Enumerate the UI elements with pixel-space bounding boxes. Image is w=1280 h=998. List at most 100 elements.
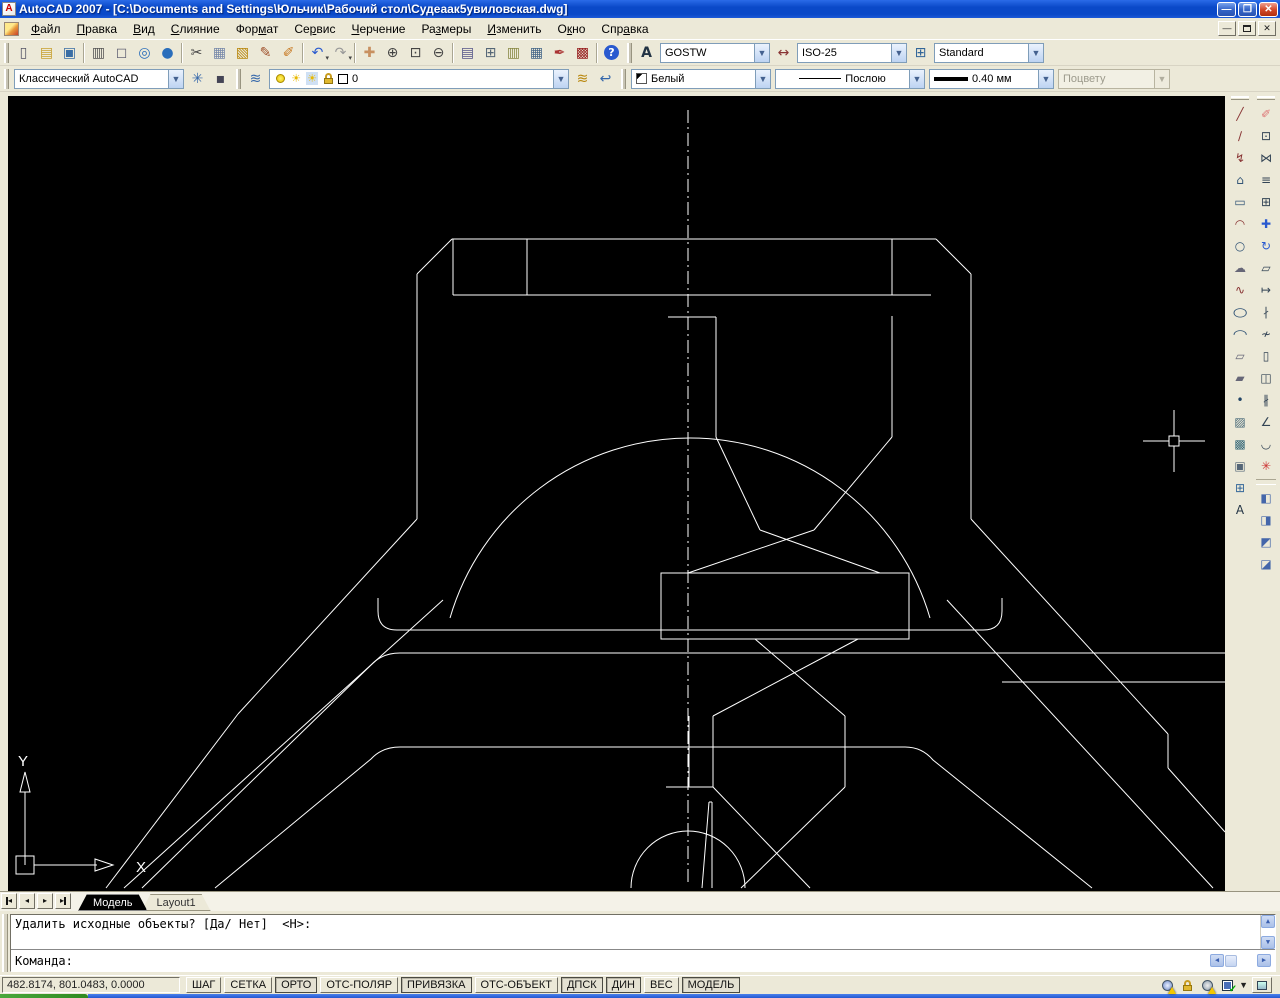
styles-toolbar-grip[interactable] [627,42,632,63]
zoom-window-button[interactable]: ⊡ [404,42,427,64]
communication-center-icon[interactable] [1159,977,1177,994]
tab-next-button[interactable]: ▸ [37,893,53,909]
coordinate-readout[interactable]: 482.8174, 801.0483, 0.0000 [2,977,180,993]
tab-last-button[interactable]: ▸ [55,893,71,909]
workspaces-toolbar-grip[interactable] [4,68,9,89]
bring-to-front-button[interactable]: ◧ [1254,487,1278,509]
ellipse-button[interactable]: ○ [1228,301,1252,323]
minimize-button[interactable]: — [1217,1,1236,17]
make-block-button[interactable]: ▰ [1228,367,1252,389]
dropdown-arrow-icon[interactable]: ▾ [348,54,352,62]
layer-properties-button[interactable]: ≋ [244,68,267,90]
restore-button[interactable]: ❐ [1238,1,1257,17]
arc-button[interactable]: ◠ [1228,213,1252,235]
extend-button[interactable]: ≁ [1254,323,1278,345]
workspace-settings-button[interactable]: ✳ [186,68,209,90]
doc-restore-button[interactable] [1238,21,1256,36]
start-button-edge[interactable] [0,994,88,998]
ellipse-arc-button[interactable]: ◠ [1228,323,1252,345]
spline-button[interactable]: ∿ [1228,279,1252,301]
command-history[interactable]: Удалить исходные объекты? [Да/ Нет] <Н>:… [11,915,1275,949]
toggle-орто[interactable]: ОРТО [275,977,318,993]
circle-button[interactable]: ○ [1228,235,1252,257]
insert-block-button[interactable]: ▱ [1228,345,1252,367]
chevron-down-icon[interactable]: ▼ [1038,69,1053,88]
layer-freeze-sun-icon[interactable]: ☀ [290,72,302,85]
menu-window[interactable]: Окно [550,19,594,39]
chevron-down-icon[interactable]: ▼ [891,43,906,62]
break-at-point-button[interactable]: ▯ [1254,345,1278,367]
cut-button[interactable]: ✂ [185,42,208,64]
region-button[interactable]: ▣ [1228,455,1252,477]
copy-object-button[interactable]: ⊡ [1254,125,1278,147]
tool-palettes-button[interactable]: ▥ [502,42,525,64]
polyline-button[interactable]: ↯ [1228,147,1252,169]
scroll-down-icon[interactable]: ▼ [1261,936,1275,949]
scroll-left-icon[interactable]: ◀ [1210,954,1224,967]
send-to-back-button[interactable]: ◨ [1254,509,1278,531]
save-button[interactable]: ▣ [58,42,81,64]
open-button[interactable]: ▤ [35,42,58,64]
tray-settings-arrow[interactable]: ▼ [1239,980,1248,990]
offset-button[interactable]: ≡ [1254,169,1278,191]
tab-model[interactable]: Модель [78,894,147,911]
point-button[interactable]: • [1228,389,1252,411]
layers-toolbar-grip[interactable] [236,68,241,89]
workspaces-combobox[interactable]: Классический AutoCAD ▼ [14,68,184,89]
table-style-button[interactable]: ⊞ [909,42,932,64]
layer-combobox[interactable]: ☀ ☀ 0 ▼ [269,68,569,89]
menu-edit[interactable]: Правка [69,19,126,39]
toggle-вес[interactable]: ВЕС [644,977,679,993]
rectangle-button[interactable]: ▭ [1228,191,1252,213]
standards-warning-icon[interactable] [1199,977,1217,994]
join-button[interactable]: ∦ [1254,389,1278,411]
hatch-button[interactable]: ▨ [1228,411,1252,433]
dim-style-combobox[interactable]: ISO-25 ▼ [797,42,907,63]
command-hscrollbar[interactable]: ◀ ▶ [1210,954,1275,967]
layer-on-bulb-icon[interactable] [274,74,286,83]
menu-dimension[interactable]: Размеры [413,19,479,39]
break-button[interactable]: ◫ [1254,367,1278,389]
command-window-grip[interactable] [2,914,8,972]
chevron-down-icon[interactable]: ▼ [909,69,924,88]
command-vscrollbar[interactable]: ▲ ▼ [1260,915,1275,949]
toggle-дпск[interactable]: ДПСК [560,977,603,993]
scroll-thumb[interactable] [1225,954,1237,967]
close-button[interactable]: ✕ [1259,1,1278,17]
menu-format[interactable]: Формат [228,19,287,39]
undo-button[interactable]: ↶ ▾ [306,42,329,64]
doc-close-button[interactable]: ✕ [1258,21,1276,36]
chevron-down-icon[interactable]: ▼ [1028,43,1043,62]
tab-prev-button[interactable]: ◂ [19,893,35,909]
markup-set-manager-button[interactable]: ✒ [548,42,571,64]
erase-button[interactable]: ✐ [1254,103,1278,125]
polygon-button[interactable]: ⌂ [1228,169,1252,191]
explode-button[interactable]: ✳ [1254,455,1278,477]
chevron-down-icon[interactable]: ▼ [553,69,568,88]
chevron-down-icon[interactable]: ▼ [168,69,183,88]
fillet-button[interactable]: ◡ [1254,433,1278,455]
move-button[interactable]: ✚ [1254,213,1278,235]
bring-above-objects-button[interactable]: ◩ [1254,531,1278,553]
properties-button[interactable]: ▤ [456,42,479,64]
menu-help[interactable]: Справка [593,19,656,39]
gradient-button[interactable]: ▩ [1228,433,1252,455]
publish-button[interactable]: ◎ [133,42,156,64]
pan-button[interactable]: ✚ [358,42,381,64]
menu-tools[interactable]: Сервис [286,19,343,39]
chevron-down-icon[interactable]: ▼ [754,43,769,62]
zoom-previous-button[interactable]: ⊖ [427,42,450,64]
quick-calc-button[interactable]: ▩ [571,42,594,64]
menu-draw[interactable]: Черчение [343,19,413,39]
command-input[interactable]: Команда: ◀ ▶ [11,949,1275,971]
linetype-combobox[interactable]: Послою ▼ [775,68,925,89]
toggle-сетка[interactable]: СЕТКА [224,977,273,993]
design-center-button[interactable]: ⊞ [479,42,502,64]
help-button[interactable]: ? [600,42,623,64]
layer-lock-icon[interactable] [322,73,334,84]
toggle-отс-поляр[interactable]: ОТС-ПОЛЯР [320,977,399,993]
copy-button[interactable]: ▦ [208,42,231,64]
array-button[interactable]: ⊞ [1254,191,1278,213]
new-button[interactable]: ▯ [12,42,35,64]
rotate-button[interactable]: ↻ [1254,235,1278,257]
